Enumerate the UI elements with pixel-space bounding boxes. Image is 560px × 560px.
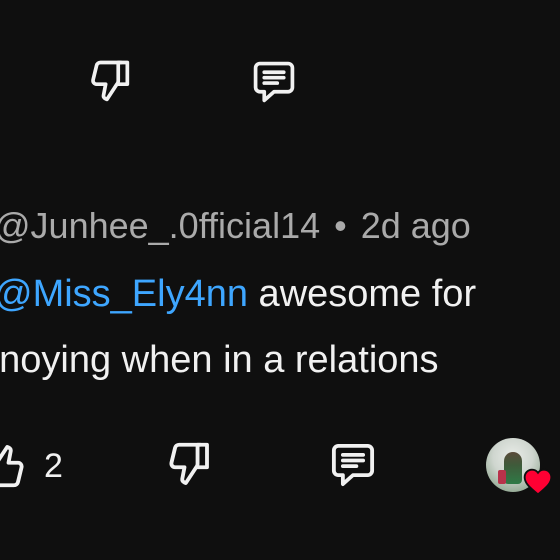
- comment-author[interactable]: @Junhee_.0fficial14: [0, 205, 320, 246]
- comment-timestamp[interactable]: 2d ago: [361, 205, 471, 246]
- reply-icon: [331, 443, 375, 487]
- dislike-button[interactable]: [162, 438, 216, 492]
- header-separator: •: [334, 205, 347, 246]
- dislike-button[interactable]: [84, 56, 136, 108]
- comment-text: @Miss_Ely4nn awesome for: [0, 270, 476, 318]
- dislike-icon: [91, 60, 130, 102]
- comment-mention[interactable]: @Miss_Ely4nn: [0, 273, 248, 315]
- comment-text-line2: nnoying when in a relations: [0, 339, 439, 381]
- reply-button[interactable]: [246, 56, 302, 108]
- like-count: 2: [44, 447, 63, 485]
- reply-icon: [253, 61, 295, 103]
- like-icon: [0, 445, 24, 488]
- reply-button[interactable]: [324, 438, 382, 492]
- comment-header: @Junhee_.0fficial14 • 2d ago: [0, 204, 471, 248]
- avatar-accent: [498, 470, 506, 484]
- avatar-figure: [504, 452, 522, 484]
- creator-heart[interactable]: [486, 438, 556, 502]
- like-button[interactable]: [0, 438, 32, 492]
- dislike-icon: [169, 442, 209, 485]
- heart-icon: [523, 468, 553, 496]
- comment-text-line1: awesome for: [248, 273, 477, 315]
